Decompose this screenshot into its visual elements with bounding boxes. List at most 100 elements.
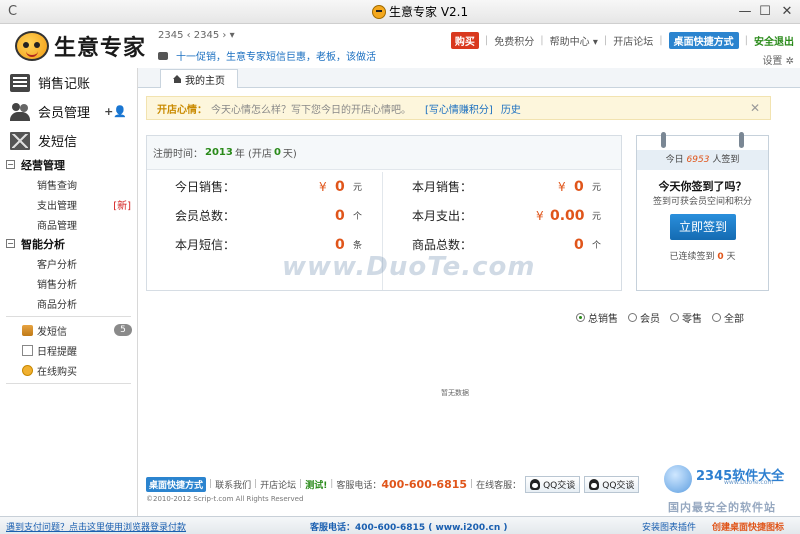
month-sales-value: 0 xyxy=(574,178,584,195)
window-title-text: 生意专家 V2.1 xyxy=(389,5,469,19)
signin-count: 今日 6953 人签到 xyxy=(637,150,768,170)
globe-icon xyxy=(664,465,692,493)
group-title-label: 经营管理 xyxy=(21,158,65,172)
reg-year: 2013 xyxy=(205,147,233,158)
contact-link[interactable]: 联系我们 xyxy=(215,478,251,491)
new-badge: [新] xyxy=(113,200,131,212)
filter-retail[interactable]: 零售 xyxy=(670,310,702,325)
notice-text[interactable]: 今天心情怎么样？写下您今日的开店心情吧。 xyxy=(211,101,411,116)
members-icon xyxy=(10,102,30,121)
signin-card: 今日 6953 人签到 今天你签到了吗？ 签到可获会员空间和积分 立即签到 已连… xyxy=(636,132,769,291)
tool-label: 发短信 xyxy=(37,326,67,338)
radio-icon[interactable] xyxy=(576,313,585,322)
test-link[interactable]: 测试! xyxy=(305,478,327,491)
qq-penguin-icon xyxy=(589,478,600,490)
forum-link[interactable]: 开店论坛 xyxy=(613,33,653,48)
payment-help-link[interactable]: 遇到支付问题？点击这里使用浏览器登录付款 xyxy=(6,520,186,533)
home-icon xyxy=(173,75,182,83)
mood-notice: 开店心情： 今天心情怎么样？写下您今日的开店心情吧。 [写心情赚积分] 历史 ✕ xyxy=(146,96,771,120)
stat-month-expense: 本月支出： ¥ 0.00 元 xyxy=(412,207,602,224)
qq-chat-button[interactable]: QQ交谈 xyxy=(584,475,640,493)
radio-icon[interactable] xyxy=(670,313,679,322)
notice-label: 开店心情： xyxy=(157,104,207,116)
tool-online-buy[interactable]: 在线购买 xyxy=(0,360,137,380)
app-header: 生意专家 2345 ‹ 2345 › ▾ 十一促销，生意专家短信巨惠，老板，该做… xyxy=(0,24,800,68)
sidebar-item-sales-query[interactable]: 销售查询 xyxy=(0,174,137,194)
app-logo[interactable]: 生意专家 xyxy=(15,30,146,62)
qq-penguin-icon xyxy=(530,478,541,490)
add-member-icon[interactable]: +👤 xyxy=(104,105,127,118)
signin-button[interactable]: 立即签到 xyxy=(670,214,736,240)
divider xyxy=(6,383,131,384)
members-value: 0 xyxy=(335,207,345,224)
tab-home[interactable]: 我的主页 xyxy=(160,69,238,88)
tool-schedule[interactable]: 日程提醒 xyxy=(0,340,137,360)
maximize-icon[interactable]: ☐ xyxy=(756,3,774,21)
sidebar-item-expense[interactable]: 支出管理 [新] xyxy=(0,194,137,214)
help-center-menu[interactable]: 帮助中心 ▾ xyxy=(550,33,598,48)
phone-icon xyxy=(22,324,33,336)
stat-month-sales: 本月销售： ¥ 0 元 xyxy=(412,178,602,195)
tool-send-sms[interactable]: 发短信 5 xyxy=(0,320,137,340)
desktop-shortcut-button[interactable]: 桌面快捷方式 xyxy=(668,32,739,49)
signin-question: 今天你签到了吗？ xyxy=(658,180,747,193)
radio-icon[interactable] xyxy=(628,313,637,322)
sidebar-item-sales-analysis[interactable]: 销售分析 xyxy=(0,273,137,293)
filter-members[interactable]: 会员 xyxy=(628,310,660,325)
main-content: 我的主页 开店心情： 今天心情怎么样？写下您今日的开店心情吧。 [写心情赚积分]… xyxy=(138,68,800,516)
settings-button[interactable]: 设置 ✲ xyxy=(762,52,794,67)
filter-all[interactable]: 全部 xyxy=(712,310,744,325)
tab-label: 我的主页 xyxy=(185,75,225,87)
footer-forum-link[interactable]: 开店论坛 xyxy=(260,478,296,491)
pin-icon xyxy=(739,132,744,148)
qq-chat-button[interactable]: QQ交谈 xyxy=(525,475,581,493)
footer-desktop-button[interactable]: 桌面快捷方式 xyxy=(146,476,207,492)
tool-label: 在线购买 xyxy=(37,366,77,378)
no-data-text: 暂无数据 xyxy=(441,389,469,397)
tool-label: 日程提醒 xyxy=(37,346,77,358)
create-shortcut-link[interactable]: 创建桌面快捷图标 xyxy=(712,520,784,533)
sidebar-item-sales[interactable]: 销售记账 xyxy=(0,68,137,97)
app-mascot-icon xyxy=(372,5,386,19)
account-selector[interactable]: 2345 ‹ 2345 › ▾ xyxy=(158,30,235,41)
promo-link[interactable]: 十一促销，生意专家短信巨惠，老板，该做活 xyxy=(176,48,376,63)
minimize-icon[interactable]: — xyxy=(736,3,754,21)
calendar-icon xyxy=(22,344,33,356)
sidebar-item-label: 支出管理 xyxy=(37,200,77,212)
top-links: 购买 | 免费积分 | 帮助中心 ▾ | 开店论坛 | 桌面快捷方式 | 安全退… xyxy=(450,32,794,49)
close-icon[interactable]: ✕ xyxy=(778,3,796,21)
logo-text: 生意专家 xyxy=(54,36,147,61)
free-points-link[interactable]: 免费积分 xyxy=(494,33,534,48)
consecutive-signin: 已连续签到 0 天 xyxy=(669,252,736,262)
message-icon xyxy=(158,51,168,60)
sidebar-item-sms[interactable]: 发短信 xyxy=(0,126,137,155)
history-link[interactable]: 历史 xyxy=(501,101,521,116)
collapse-icon[interactable]: − xyxy=(6,239,15,248)
registration-info: 注册时间： 2013 年 (开店 0 天) xyxy=(147,136,621,170)
stat-today-sales: 今日销售： ¥ 0 元 xyxy=(175,178,363,195)
divider xyxy=(6,316,131,317)
write-mood-link[interactable]: [写心情赚积分] xyxy=(425,101,493,116)
month-sms-value: 0 xyxy=(335,236,345,253)
filter-total-sales[interactable]: 总销售 xyxy=(576,310,618,325)
close-icon[interactable]: ✕ xyxy=(750,101,760,115)
sms-count-badge: 5 xyxy=(114,324,132,336)
sidebar-item-products[interactable]: 商品管理 xyxy=(0,214,137,234)
refresh-icon[interactable]: C xyxy=(8,4,24,20)
sidebar-item-members[interactable]: 会员管理 +👤 xyxy=(0,97,137,126)
buy-button[interactable]: 购买 xyxy=(450,32,479,49)
products-value: 0 xyxy=(574,236,584,253)
collapse-icon[interactable]: − xyxy=(6,160,15,169)
sidebar-item-label: 销售记账 xyxy=(38,77,91,92)
sidebar-item-product-analysis[interactable]: 商品分析 xyxy=(0,293,137,313)
install-chart-plugin-link[interactable]: 安装图表插件 xyxy=(642,520,696,533)
radio-icon[interactable] xyxy=(712,313,721,322)
cart-icon xyxy=(22,364,33,376)
group-operations[interactable]: − 经营管理 xyxy=(0,155,137,174)
group-analysis[interactable]: − 智能分析 xyxy=(0,234,137,253)
sidebar: 销售记账 会员管理 +👤 发短信 − 经营管理 销售查询 支出管理 [新] 商品… xyxy=(0,68,138,516)
sidebar-item-customer-analysis[interactable]: 客户分析 xyxy=(0,253,137,273)
title-bar: C 生意专家 V2.1 — ☐ ✕ xyxy=(0,0,800,24)
signin-subtitle: 签到可获会员空间和积分 xyxy=(652,197,752,207)
logout-button[interactable]: 安全退出 xyxy=(754,33,794,48)
